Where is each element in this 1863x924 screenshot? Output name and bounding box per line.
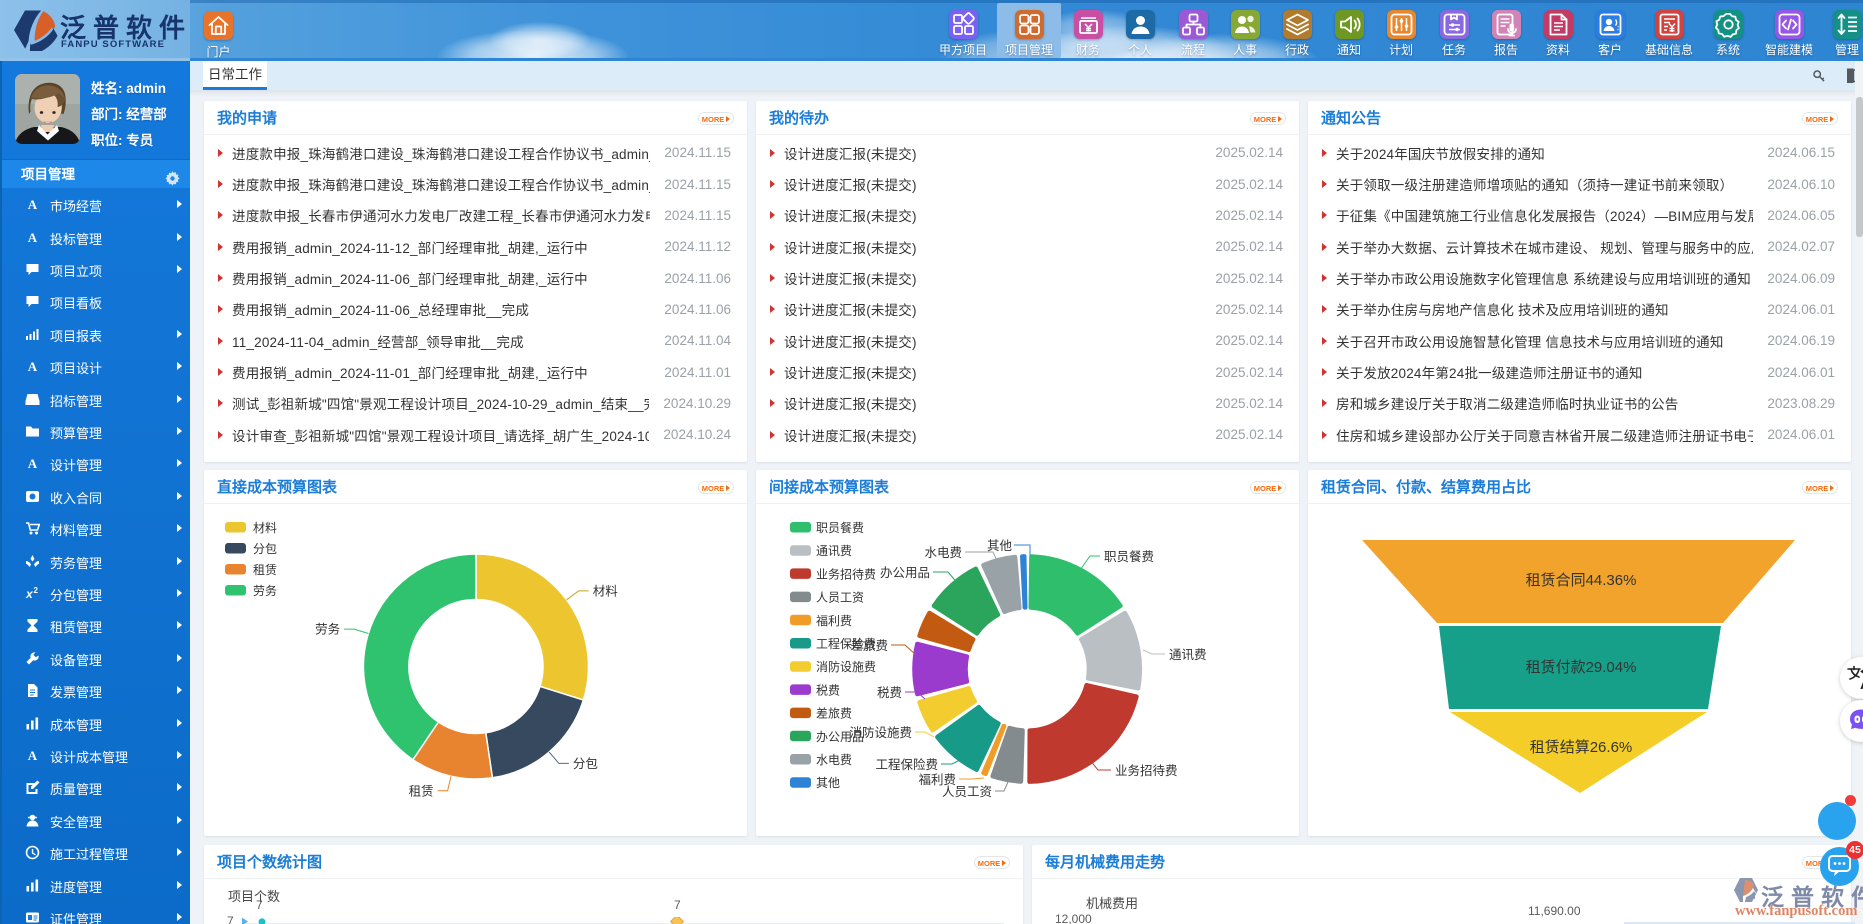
svg-text:租赁付款29.04%: 租赁付款29.04% <box>1526 659 1637 676</box>
svg-text:水电费: 水电费 <box>924 546 962 560</box>
svg-text:A: A <box>28 197 38 212</box>
svg-text:劳务: 劳务 <box>253 583 277 598</box>
svg-text:消防设施费: 消防设施费 <box>849 725 912 740</box>
svg-text:职员餐费: 职员餐费 <box>1104 549 1154 564</box>
svg-text:税费: 税费 <box>877 686 902 700</box>
svg-text:A: A <box>28 748 38 763</box>
svg-text:2: 2 <box>34 586 39 595</box>
svg-text:通讯费: 通讯费 <box>816 544 852 558</box>
svg-text:租赁合同44.36%: 租赁合同44.36% <box>1526 572 1637 589</box>
svg-text:业务招待费: 业务招待费 <box>816 566 876 581</box>
svg-text:税费: 税费 <box>816 683 840 697</box>
svg-text:办公用品: 办公用品 <box>880 565 930 580</box>
svg-text:人员工资: 人员工资 <box>942 785 992 799</box>
svg-text:职员餐费: 职员餐费 <box>816 520 864 535</box>
svg-text:A: A <box>28 230 38 245</box>
svg-text:材料: 材料 <box>253 521 277 535</box>
svg-text:工程保险费: 工程保险费 <box>875 757 938 772</box>
svg-text:福利费: 福利费 <box>816 613 852 628</box>
svg-text:租赁: 租赁 <box>409 784 434 798</box>
svg-text:租赁结算26.6%: 租赁结算26.6% <box>1530 738 1633 756</box>
svg-text:分包: 分包 <box>573 757 598 771</box>
svg-text:租赁: 租赁 <box>253 563 277 577</box>
svg-text:材料: 材料 <box>593 584 619 598</box>
svg-text:水电费: 水电费 <box>816 753 852 767</box>
svg-text:通讯费: 通讯费 <box>1169 648 1207 662</box>
svg-text:劳务: 劳务 <box>315 622 340 637</box>
svg-text:A: A <box>28 456 38 471</box>
svg-text:差旅费: 差旅费 <box>816 707 852 721</box>
svg-text:业务招待费: 业务招待费 <box>1115 763 1178 778</box>
svg-text:其他: 其他 <box>987 539 1013 553</box>
svg-text:差旅费: 差旅费 <box>850 639 888 653</box>
svg-text:A: A <box>28 359 38 374</box>
svg-text:分包: 分包 <box>253 542 277 556</box>
svg-text:人员工资: 人员工资 <box>816 591 864 605</box>
svg-text:消防设施费: 消防设施费 <box>816 659 876 674</box>
svg-text:其他: 其他 <box>816 776 840 790</box>
